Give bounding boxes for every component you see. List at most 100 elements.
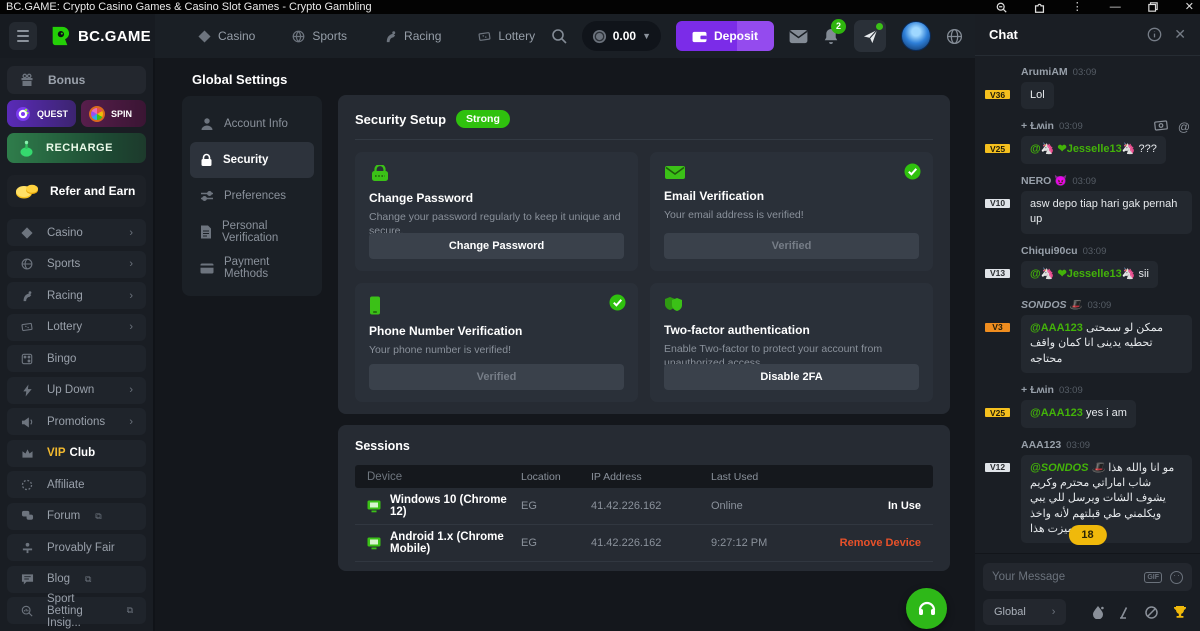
user-mention[interactable]: @AAA123 <box>1030 407 1083 419</box>
chat-info-icon[interactable] <box>1147 27 1162 42</box>
sidebar-item-sport-betting-insights[interactable]: Sport Betting Insig...⧉ <box>7 597 146 624</box>
sidebar-toggle-button[interactable] <box>9 22 37 50</box>
chat-message: V36 ArumiAM03:09 Lol <box>983 64 1192 109</box>
bcgame-logo-icon <box>49 25 71 47</box>
lottery-icon <box>477 30 491 43</box>
user-icon <box>200 117 214 131</box>
sidebar-spin-button[interactable]: SPIN <box>81 100 146 127</box>
settings-nav-personal-verification[interactable]: Personal Verification <box>190 214 314 250</box>
sidebar-item-promotions[interactable]: Promotions› <box>7 408 146 435</box>
chat-message-list[interactable]: V36 ArumiAM03:09 Lol V25 + Ɫʍin03:09 @🦄 … <box>975 56 1200 553</box>
notification-count-badge: 2 <box>831 19 846 34</box>
extensions-icon[interactable] <box>1034 2 1045 13</box>
bcgame-logo[interactable]: BC.GAME <box>49 25 151 47</box>
user-mention[interactable]: @AAA123 <box>1030 322 1083 334</box>
chat-message: V10 NERO 😈03:09 asw depo tiap hari gak p… <box>983 173 1192 234</box>
tip-icon[interactable] <box>1154 120 1168 134</box>
wallet-icon <box>692 30 707 43</box>
trophy-icon[interactable] <box>1173 605 1187 619</box>
user-mention[interactable]: @🦄 ❤Jesselle13🦄 <box>1030 143 1135 155</box>
gif-icon[interactable]: GIF <box>1144 572 1162 583</box>
sidebar-item-forum[interactable]: Forum⧉ <box>7 503 146 530</box>
lock-icon <box>200 153 213 167</box>
card-title: Change Password <box>369 191 624 205</box>
chat-message: V25 + Ɫʍin03:09 @🦄 ❤Jesselle13🦄 ??? @ <box>983 118 1192 163</box>
main-content: Global Settings Account Info Security Pr… <box>157 58 975 631</box>
balance-selector[interactable]: 0.00 ▼ <box>582 21 661 51</box>
chat-send-icon <box>863 29 878 44</box>
sidebar-item-bingo[interactable]: Bingo <box>7 345 146 372</box>
sidebar-item-blog[interactable]: Blog⧉ <box>7 566 146 593</box>
search-icon[interactable] <box>551 28 567 44</box>
megaphone-icon <box>20 416 34 428</box>
sessions-title: Sessions <box>355 439 933 453</box>
left-sidebar: Bonus QUEST SPIN RECHARGE Refer and Earn… <box>0 58 155 631</box>
settings-nav-preferences[interactable]: Preferences <box>190 178 314 214</box>
slash-command-icon[interactable] <box>1118 606 1131 619</box>
nav-sports[interactable]: Sports <box>291 29 347 43</box>
sessions-panel: Sessions Device Location IP Address Last… <box>338 425 950 571</box>
sports-icon <box>20 258 34 270</box>
close-icon[interactable]: ✕ <box>1185 2 1194 12</box>
support-button[interactable] <box>906 588 947 629</box>
header-brand-area: BC.GAME <box>0 14 155 58</box>
lightning-icon <box>20 384 34 397</box>
change-password-button[interactable]: Change Password <box>369 233 624 259</box>
sidebar-item-updown[interactable]: Up Down› <box>7 377 146 404</box>
session-status: In Use <box>821 500 921 512</box>
mail-icon[interactable] <box>789 29 808 44</box>
restore-icon[interactable] <box>1148 2 1158 12</box>
headset-icon <box>917 600 937 618</box>
settings-nav-account-info[interactable]: Account Info <box>190 106 314 142</box>
chat-message-input[interactable]: Your Message GIF <box>983 563 1192 591</box>
settings-nav-payment-methods[interactable]: Payment Methods <box>190 250 314 286</box>
remove-device-button[interactable]: Remove Device <box>821 537 921 549</box>
sidebar-item-racing[interactable]: Racing› <box>7 282 146 309</box>
rain-icon[interactable] <box>1092 605 1104 619</box>
sidebar-item-lottery[interactable]: Lottery› <box>7 314 146 341</box>
coin-icon <box>592 29 607 44</box>
coin-tag-icon[interactable] <box>1145 606 1159 619</box>
language-globe-icon[interactable] <box>946 28 963 45</box>
chat-channel-selector[interactable]: Global› <box>983 599 1066 625</box>
emoji-icon[interactable] <box>1170 571 1183 584</box>
unread-messages-badge[interactable]: 18 <box>1068 525 1106 545</box>
sessions-table-header: Device Location IP Address Last Used <box>355 465 933 488</box>
settings-nav: Account Info Security Preferences Person… <box>182 96 322 296</box>
user-mention[interactable]: @🦄 ❤Jesselle13🦄 <box>1030 268 1135 280</box>
sidebar-item-affiliate[interactable]: Affiliate <box>7 471 146 498</box>
sidebar-recharge-button[interactable]: RECHARGE <box>7 133 146 163</box>
user-avatar[interactable] <box>901 21 931 51</box>
card-icon <box>200 263 214 274</box>
chevron-down-icon: ▼ <box>642 31 651 41</box>
quest-target-icon <box>15 106 31 122</box>
user-mention[interactable]: @SONDOS 🎩 <box>1030 462 1105 474</box>
chat-panel: Chat ✕ V36 ArumiAM03:09 Lol V25 + Ɫʍin03… <box>975 14 1200 631</box>
minimize-icon[interactable]: — <box>1110 2 1121 12</box>
sidebar-refer-and-earn[interactable]: Refer and Earn <box>7 175 146 207</box>
sidebar-item-bonus[interactable]: Bonus <box>7 66 146 94</box>
sidebar-item-sports[interactable]: Sports› <box>7 251 146 278</box>
disable-2fa-button[interactable]: Disable 2FA <box>664 364 919 390</box>
nav-lottery[interactable]: Lottery <box>477 29 535 43</box>
sidebar-quest-button[interactable]: QUEST <box>7 100 76 127</box>
sidebar-item-casino[interactable]: Casino› <box>7 219 146 246</box>
settings-nav-security[interactable]: Security <box>190 142 314 178</box>
mention-action-icon[interactable]: @ <box>1178 120 1190 134</box>
zoom-icon[interactable] <box>996 2 1007 13</box>
chat-toggle-button[interactable] <box>854 20 886 52</box>
bcgame-app: BC.GAME: Crypto Casino Games & Casino Sl… <box>0 0 1200 631</box>
sidebar-item-vip-club[interactable]: VIPClub <box>7 440 146 467</box>
notifications-bell-icon[interactable]: 2 <box>823 28 839 45</box>
device-monitor-icon <box>367 500 381 513</box>
deposit-button[interactable]: Deposit <box>676 21 774 51</box>
phone-verification-card: Phone Number Verification Your phone num… <box>355 283 638 402</box>
nav-casino[interactable]: Casino <box>197 29 255 43</box>
sidebar-item-provably-fair[interactable]: Provably Fair <box>7 534 146 561</box>
nav-racing[interactable]: Racing <box>383 29 441 43</box>
two-factor-card: Two-factor authentication Enable Two-fac… <box>650 283 933 402</box>
chat-close-icon[interactable]: ✕ <box>1174 26 1186 43</box>
forum-icon <box>20 510 34 522</box>
browser-menu-icon[interactable]: ⋮ <box>1072 2 1083 12</box>
lottery-icon <box>20 321 34 333</box>
